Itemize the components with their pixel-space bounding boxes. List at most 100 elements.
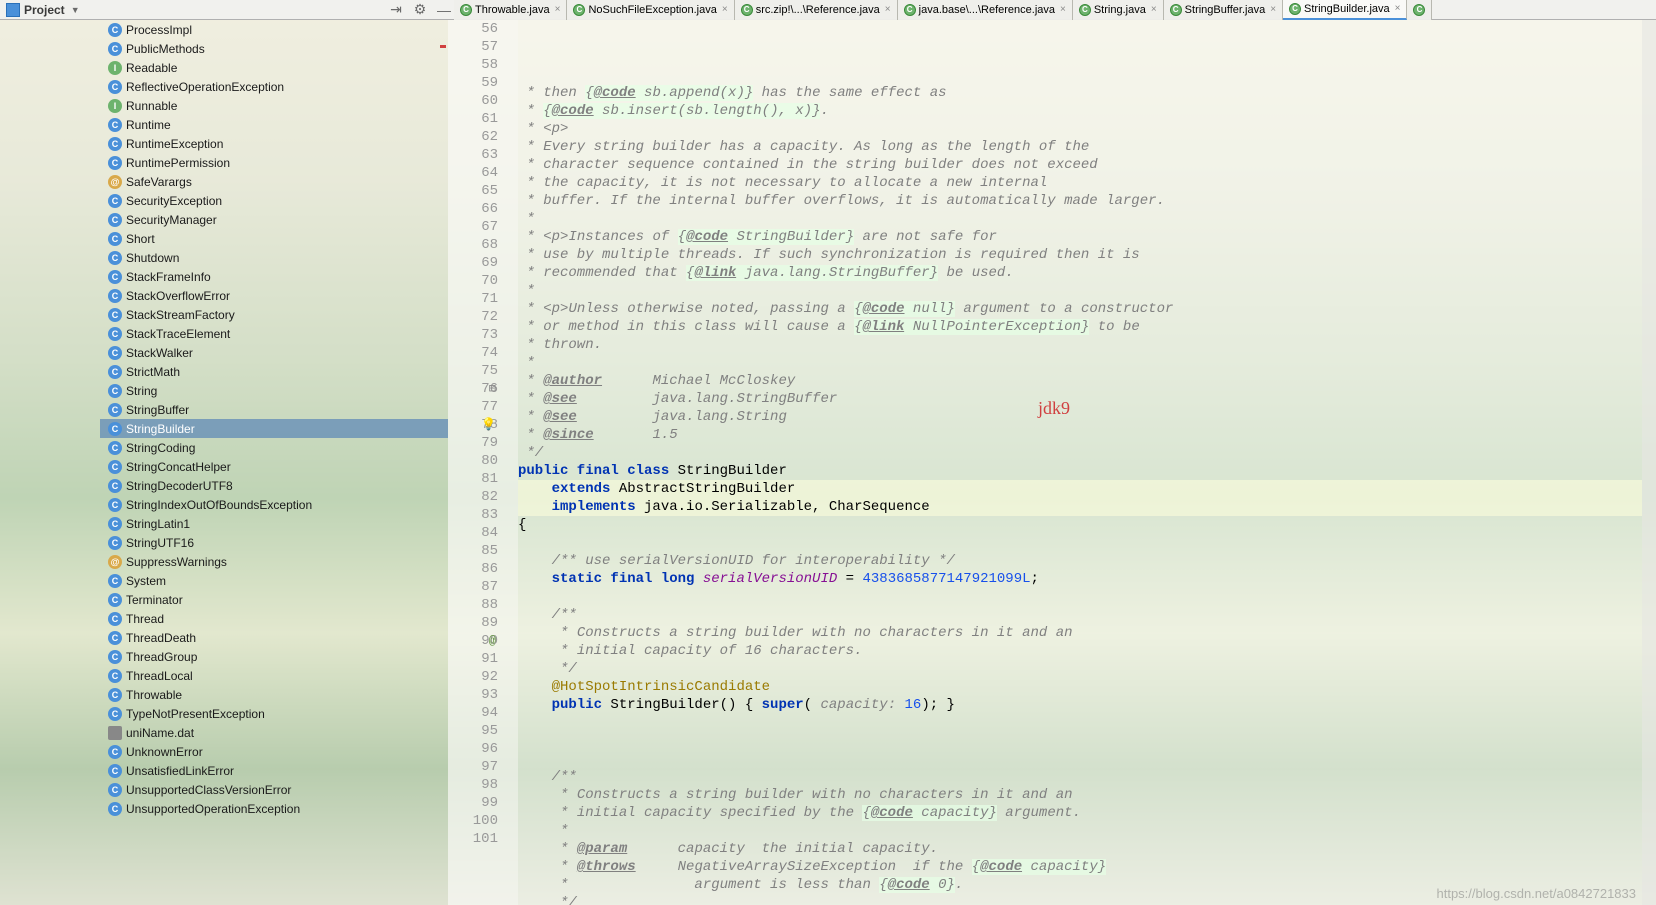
- line-number[interactable]: 78💡: [448, 416, 498, 434]
- tree-item[interactable]: CShort: [100, 229, 448, 248]
- line-number[interactable]: 96: [448, 740, 498, 758]
- tree-item[interactable]: CStrictMath: [100, 362, 448, 381]
- code-line[interactable]: /** use serialVersionUID for interoperab…: [518, 552, 1642, 570]
- line-number[interactable]: 62: [448, 128, 498, 146]
- line-number[interactable]: 66: [448, 200, 498, 218]
- tree-item[interactable]: @SuppressWarnings: [100, 552, 448, 571]
- code-line[interactable]: * @throws NegativeArraySizeException if …: [518, 858, 1642, 876]
- editor-tab[interactable]: CThrowable.java×: [454, 0, 567, 20]
- close-icon[interactable]: ×: [1151, 4, 1157, 15]
- code-line[interactable]: *: [518, 282, 1642, 300]
- line-number[interactable]: 94: [448, 704, 498, 722]
- code-line[interactable]: * Every string builder has a capacity. A…: [518, 138, 1642, 156]
- code-line[interactable]: {: [518, 516, 1642, 534]
- code-line[interactable]: * character sequence contained in the st…: [518, 156, 1642, 174]
- code-line[interactable]: */: [518, 660, 1642, 678]
- tree-item[interactable]: CProcessImpl: [100, 20, 448, 39]
- line-number[interactable]: 93: [448, 686, 498, 704]
- code-line[interactable]: *: [518, 210, 1642, 228]
- line-number[interactable]: 79: [448, 434, 498, 452]
- line-number[interactable]: 81: [448, 470, 498, 488]
- code-line[interactable]: *: [518, 822, 1642, 840]
- code-line[interactable]: [518, 588, 1642, 606]
- editor-tab[interactable]: Cjava.base\...\Reference.java×: [898, 0, 1073, 20]
- fold-icon[interactable]: ⊟: [489, 380, 496, 398]
- line-number[interactable]: 68: [448, 236, 498, 254]
- line-number[interactable]: 64: [448, 164, 498, 182]
- line-number[interactable]: 70: [448, 272, 498, 290]
- tree-item[interactable]: CThreadDeath: [100, 628, 448, 647]
- project-tree[interactable]: CProcessImplCPublicMethodsIReadableCRefl…: [0, 20, 448, 905]
- line-number[interactable]: 91: [448, 650, 498, 668]
- line-number[interactable]: 60: [448, 92, 498, 110]
- code-line[interactable]: * use by multiple threads. If such synch…: [518, 246, 1642, 264]
- code-line[interactable]: [518, 714, 1642, 732]
- tree-item[interactable]: CShutdown: [100, 248, 448, 267]
- tree-item[interactable]: CStackWalker: [100, 343, 448, 362]
- line-number[interactable]: 72: [448, 308, 498, 326]
- hide-icon[interactable]: —: [436, 2, 452, 18]
- override-icon[interactable]: @: [489, 632, 496, 650]
- line-number[interactable]: 92: [448, 668, 498, 686]
- code-line[interactable]: /**: [518, 606, 1642, 624]
- code-line[interactable]: * thrown.: [518, 336, 1642, 354]
- editor-gutter[interactable]: 5657585960616263646566676869707172737475…: [448, 20, 518, 905]
- bulb-icon[interactable]: 💡: [481, 416, 496, 434]
- tree-item[interactable]: CUnsupportedClassVersionError: [100, 780, 448, 799]
- line-number[interactable]: 65: [448, 182, 498, 200]
- line-number[interactable]: 59: [448, 74, 498, 92]
- code-line[interactable]: * <p>: [518, 120, 1642, 138]
- tree-item[interactable]: CStringBuffer: [100, 400, 448, 419]
- gear-icon[interactable]: ⚙: [412, 2, 428, 18]
- tree-item[interactable]: CThread: [100, 609, 448, 628]
- tree-item[interactable]: CSecurityException: [100, 191, 448, 210]
- project-tool-label[interactable]: Project: [24, 3, 65, 17]
- tree-item[interactable]: CPublicMethods: [100, 39, 448, 58]
- line-number[interactable]: 77: [448, 398, 498, 416]
- line-number[interactable]: 99: [448, 794, 498, 812]
- code-line[interactable]: public StringBuilder() { super( capacity…: [518, 696, 1642, 714]
- tree-item[interactable]: CReflectiveOperationException: [100, 77, 448, 96]
- line-number[interactable]: 63: [448, 146, 498, 164]
- line-number[interactable]: 58: [448, 56, 498, 74]
- tree-item[interactable]: CUnknownError: [100, 742, 448, 761]
- tree-item[interactable]: CUnsupportedOperationException: [100, 799, 448, 818]
- code-line[interactable]: */: [518, 444, 1642, 462]
- tree-item[interactable]: CStringCoding: [100, 438, 448, 457]
- line-number[interactable]: 56: [448, 20, 498, 38]
- tree-item[interactable]: @SafeVarargs: [100, 172, 448, 191]
- line-number[interactable]: 61: [448, 110, 498, 128]
- code-line[interactable]: * initial capacity of 16 characters.: [518, 642, 1642, 660]
- tree-item[interactable]: CStringDecoderUTF8: [100, 476, 448, 495]
- tree-item[interactable]: CStringUTF16: [100, 533, 448, 552]
- line-number[interactable]: 71: [448, 290, 498, 308]
- line-number[interactable]: 85: [448, 542, 498, 560]
- code-line[interactable]: * buffer. If the internal buffer overflo…: [518, 192, 1642, 210]
- code-line[interactable]: * <p>Unless otherwise noted, passing a {…: [518, 300, 1642, 318]
- tree-item[interactable]: CSystem: [100, 571, 448, 590]
- tree-item[interactable]: CRuntime: [100, 115, 448, 134]
- editor-tab[interactable]: Csrc.zip!\...\Reference.java×: [735, 0, 898, 20]
- tree-item[interactable]: IReadable: [100, 58, 448, 77]
- line-number[interactable]: 100: [448, 812, 498, 830]
- line-number[interactable]: 90@: [448, 632, 498, 650]
- line-number[interactable]: 75: [448, 362, 498, 380]
- tree-item[interactable]: CThrowable: [100, 685, 448, 704]
- code-line[interactable]: [518, 534, 1642, 552]
- line-number[interactable]: 97: [448, 758, 498, 776]
- line-number[interactable]: 89: [448, 614, 498, 632]
- close-icon[interactable]: ×: [1395, 3, 1401, 14]
- tree-item[interactable]: IRunnable: [100, 96, 448, 115]
- line-number[interactable]: 86: [448, 560, 498, 578]
- code-line[interactable]: [518, 732, 1642, 750]
- editor-tab[interactable]: CNoSuchFileException.java×: [567, 0, 734, 20]
- code-line[interactable]: * the capacity, it is not necessary to a…: [518, 174, 1642, 192]
- tree-item[interactable]: uniName.dat: [100, 723, 448, 742]
- close-icon[interactable]: ×: [1270, 4, 1276, 15]
- code-line[interactable]: [518, 750, 1642, 768]
- collapse-icon[interactable]: ⇥: [388, 2, 404, 18]
- close-icon[interactable]: ×: [1060, 4, 1066, 15]
- code-line[interactable]: * @see java.lang.String: [518, 408, 1642, 426]
- code-line[interactable]: @HotSpotIntrinsicCandidate: [518, 678, 1642, 696]
- code-line[interactable]: * or method in this class will cause a {…: [518, 318, 1642, 336]
